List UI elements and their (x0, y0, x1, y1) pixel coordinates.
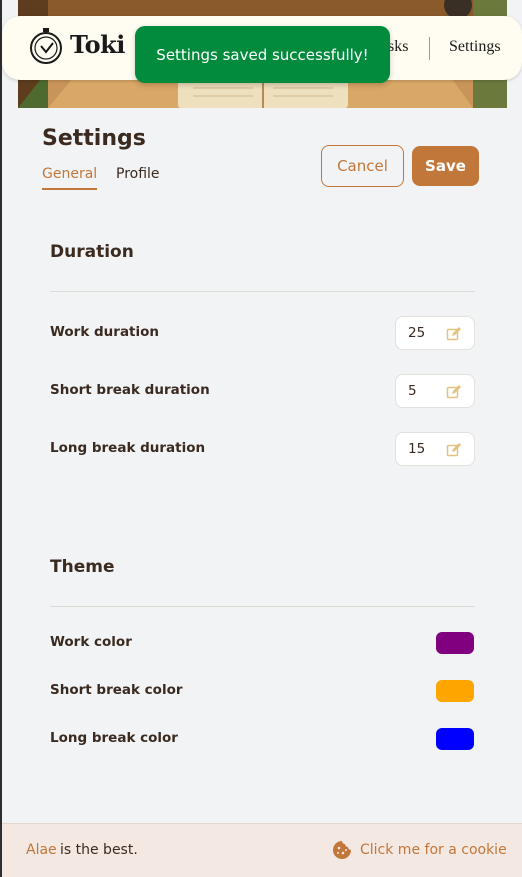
footer-tagline: is the best. (60, 842, 138, 858)
long-break-duration-label: Long break duration (50, 440, 206, 456)
footer-author-name: Alae (26, 842, 57, 858)
work-duration-label: Work duration (50, 324, 160, 340)
work-color-label: Work color (50, 634, 132, 650)
nav-link-settings[interactable]: Settings (449, 38, 501, 56)
section-divider (50, 291, 475, 292)
short-break-duration-input[interactable]: 5 (395, 374, 475, 408)
cookie-link[interactable]: Click me for a cookie (360, 842, 507, 858)
short-break-duration-value[interactable]: 5 (408, 383, 417, 399)
stopwatch-logo-icon[interactable] (28, 27, 64, 65)
theme-section-title: Theme (50, 557, 115, 577)
footer: Alae is the best. Click me for a cookie (2, 823, 522, 877)
long-break-duration-input[interactable]: 15 (395, 432, 475, 466)
edit-icon[interactable] (446, 442, 462, 458)
toast-message: Settings saved successfully! (156, 45, 369, 64)
window-edge (0, 0, 2, 877)
long-break-duration-value[interactable]: 15 (408, 441, 425, 457)
work-duration-value[interactable]: 25 (408, 325, 425, 341)
nav-link-tasks[interactable]: sks (388, 38, 408, 56)
app-logo-text[interactable]: Toki (70, 30, 125, 59)
tab-profile[interactable]: Profile (116, 166, 160, 182)
edit-icon[interactable] (446, 384, 462, 400)
work-duration-input[interactable]: 25 (395, 316, 475, 350)
cancel-button[interactable]: Cancel (321, 145, 404, 187)
short-break-color-swatch[interactable] (436, 680, 474, 702)
cookie-icon[interactable] (332, 840, 352, 860)
page-title: Settings (42, 126, 146, 151)
long-break-color-swatch[interactable] (436, 728, 474, 750)
duration-section-title: Duration (50, 242, 134, 262)
save-button[interactable]: Save (412, 146, 479, 186)
work-color-swatch[interactable] (436, 632, 474, 654)
short-break-color-label: Short break color (50, 682, 183, 698)
success-toast[interactable]: Settings saved successfully! (135, 26, 390, 83)
nav-divider (429, 37, 430, 60)
short-break-duration-label: Short break duration (50, 382, 210, 398)
long-break-color-label: Long break color (50, 730, 178, 746)
edit-icon[interactable] (446, 326, 462, 342)
section-divider (50, 606, 475, 607)
tab-general[interactable]: General (42, 166, 98, 190)
